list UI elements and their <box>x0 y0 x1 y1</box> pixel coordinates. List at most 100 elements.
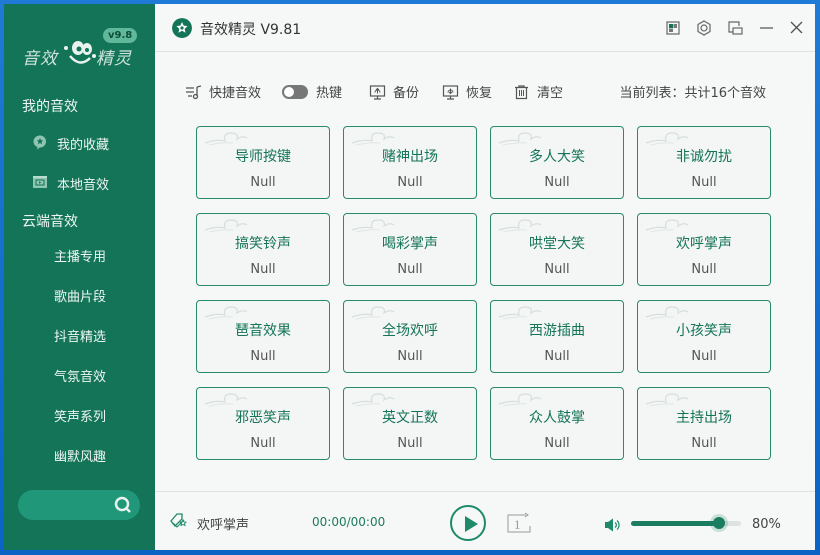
sidebar-item-anchor[interactable]: 主播专用 <box>4 238 155 270</box>
sound-hotkey: Null <box>250 436 276 451</box>
sound-hotkey: Null <box>397 349 423 364</box>
sound-card[interactable]: 搞笑铃声 Null <box>196 213 330 286</box>
cloud-sounds-heading: 云端音效 <box>22 214 78 230</box>
sound-name: 喝彩掌声 <box>382 236 438 252</box>
app-window: 音效 精灵 v9.8 我的音效 我的收藏 本地音效 云端音效 主播专用 歌曲片段… <box>4 4 815 550</box>
quick-sound-button[interactable]: 快捷音效 <box>185 82 261 101</box>
play-button[interactable] <box>450 505 486 541</box>
sound-name: 导师按键 <box>235 149 291 165</box>
cloud-decoration-icon <box>498 306 542 320</box>
loop-mode-button[interactable]: 1 <box>506 512 532 538</box>
sound-card[interactable]: 琶音效果 Null <box>196 300 330 373</box>
sound-hotkey: Null <box>544 175 570 190</box>
backup-label: 备份 <box>393 86 420 101</box>
sound-card[interactable]: 赌神出场 Null <box>343 126 477 199</box>
cloud-decoration-icon <box>351 306 395 320</box>
logo-text-right: 精灵 <box>96 49 132 69</box>
search-input[interactable] <box>30 496 114 516</box>
sound-card[interactable]: 西游插曲 Null <box>490 300 624 373</box>
sidebar-item-label: 笑声系列 <box>54 410 107 425</box>
sound-name: 琶音效果 <box>235 323 291 339</box>
cloud-decoration-icon <box>498 132 542 146</box>
window-title: 音效精灵 V9.81 <box>200 22 302 38</box>
volume-slider[interactable] <box>631 517 741 529</box>
sidebar-item-humor[interactable]: 幽默风趣 <box>4 438 155 470</box>
sound-hotkey: Null <box>397 175 423 190</box>
backup-button[interactable]: 备份 <box>369 82 419 101</box>
sidebar-item-local[interactable]: 本地音效 <box>4 166 155 198</box>
hotkey-toggle[interactable]: 热键 <box>282 82 342 101</box>
sound-name: 小孩笑声 <box>676 323 732 339</box>
sound-card[interactable]: 全场欢呼 Null <box>343 300 477 373</box>
sound-card[interactable]: 主持出场 Null <box>637 387 771 460</box>
app-icon <box>172 18 192 38</box>
cloud-decoration-icon <box>204 132 248 146</box>
sidebar-item-label: 主播专用 <box>54 250 107 265</box>
mini-mode-button[interactable] <box>725 18 745 38</box>
toolbar: 快捷音效 热键 备份 恢复 清空 当前列表：共计16个音效 <box>155 76 815 106</box>
sidebar-item-atmosphere[interactable]: 气氛音效 <box>4 358 155 390</box>
sound-card[interactable]: 导师按键 Null <box>196 126 330 199</box>
list-count: 当前列表：共计16个音效 <box>619 86 766 101</box>
sound-card[interactable]: 哄堂大笑 Null <box>490 213 624 286</box>
my-sounds-heading: 我的音效 <box>22 99 78 115</box>
favorite-star-icon <box>33 135 46 150</box>
loop-count: 1 <box>514 517 521 532</box>
trash-icon <box>515 84 528 99</box>
sound-card[interactable]: 小孩笑声 Null <box>637 300 771 373</box>
quick-sound-label: 快捷音效 <box>209 86 262 101</box>
sound-name: 众人鼓掌 <box>529 410 585 426</box>
search-icon[interactable] <box>114 496 132 514</box>
restore-button[interactable]: 恢复 <box>442 82 492 101</box>
volume-handle[interactable] <box>713 517 725 529</box>
restore-label: 恢复 <box>466 86 493 101</box>
hexagon-settings-icon <box>697 20 711 36</box>
clear-label: 清空 <box>537 86 564 101</box>
volume-icon[interactable] <box>604 518 622 532</box>
sound-name: 搞笑铃声 <box>235 236 291 252</box>
sound-card[interactable]: 欢呼掌声 Null <box>637 213 771 286</box>
skin-icon <box>666 21 680 35</box>
cloud-decoration-icon <box>204 306 248 320</box>
sound-card[interactable]: 众人鼓掌 Null <box>490 387 624 460</box>
sound-name: 哄堂大笑 <box>529 236 585 252</box>
sidebar-item-laughter[interactable]: 笑声系列 <box>4 398 155 430</box>
sound-name: 赌神出场 <box>382 149 438 165</box>
cloud-decoration-icon <box>498 219 542 233</box>
sound-name: 非诚勿扰 <box>676 149 732 165</box>
sound-card[interactable]: 邪恶笑声 Null <box>196 387 330 460</box>
sound-card[interactable]: 多人大笑 Null <box>490 126 624 199</box>
backup-icon <box>369 84 386 100</box>
sound-tag-icon <box>170 513 188 528</box>
skin-button[interactable] <box>663 18 683 38</box>
music-list-icon <box>186 84 202 99</box>
sound-hotkey: Null <box>544 436 570 451</box>
sidebar: 音效 精灵 v9.8 我的音效 我的收藏 本地音效 云端音效 主播专用 歌曲片段… <box>4 4 155 550</box>
sound-hotkey: Null <box>691 349 717 364</box>
sound-hotkey: Null <box>544 349 570 364</box>
minimize-button[interactable] <box>757 18 777 38</box>
clear-button[interactable]: 清空 <box>513 82 563 101</box>
sidebar-item-douyin[interactable]: 抖音精选 <box>4 318 155 350</box>
settings-button[interactable] <box>694 18 714 38</box>
sound-card[interactable]: 非诚勿扰 Null <box>637 126 771 199</box>
sidebar-item-favorites[interactable]: 我的收藏 <box>4 126 155 158</box>
sound-card[interactable]: 英文正数 Null <box>343 387 477 460</box>
sidebar-item-label: 幽默风趣 <box>54 450 107 465</box>
sound-name: 全场欢呼 <box>382 323 438 339</box>
sidebar-item-label: 本地音效 <box>57 178 110 193</box>
hotkey-switch[interactable] <box>282 84 308 99</box>
sidebar-item-label: 抖音精选 <box>54 330 107 345</box>
volume-percent: 80% <box>752 517 781 532</box>
cloud-decoration-icon <box>204 393 248 407</box>
close-button[interactable] <box>787 18 807 38</box>
sound-hotkey: Null <box>397 262 423 277</box>
cloud-decoration-icon <box>351 219 395 233</box>
logo-face-icon <box>64 41 96 64</box>
sidebar-item-label: 我的收藏 <box>57 138 110 153</box>
sidebar-item-song-clips[interactable]: 歌曲片段 <box>4 278 155 310</box>
sound-hotkey: Null <box>691 262 717 277</box>
sound-card[interactable]: 喝彩掌声 Null <box>343 213 477 286</box>
sound-name: 欢呼掌声 <box>676 236 732 252</box>
sound-hotkey: Null <box>544 262 570 277</box>
